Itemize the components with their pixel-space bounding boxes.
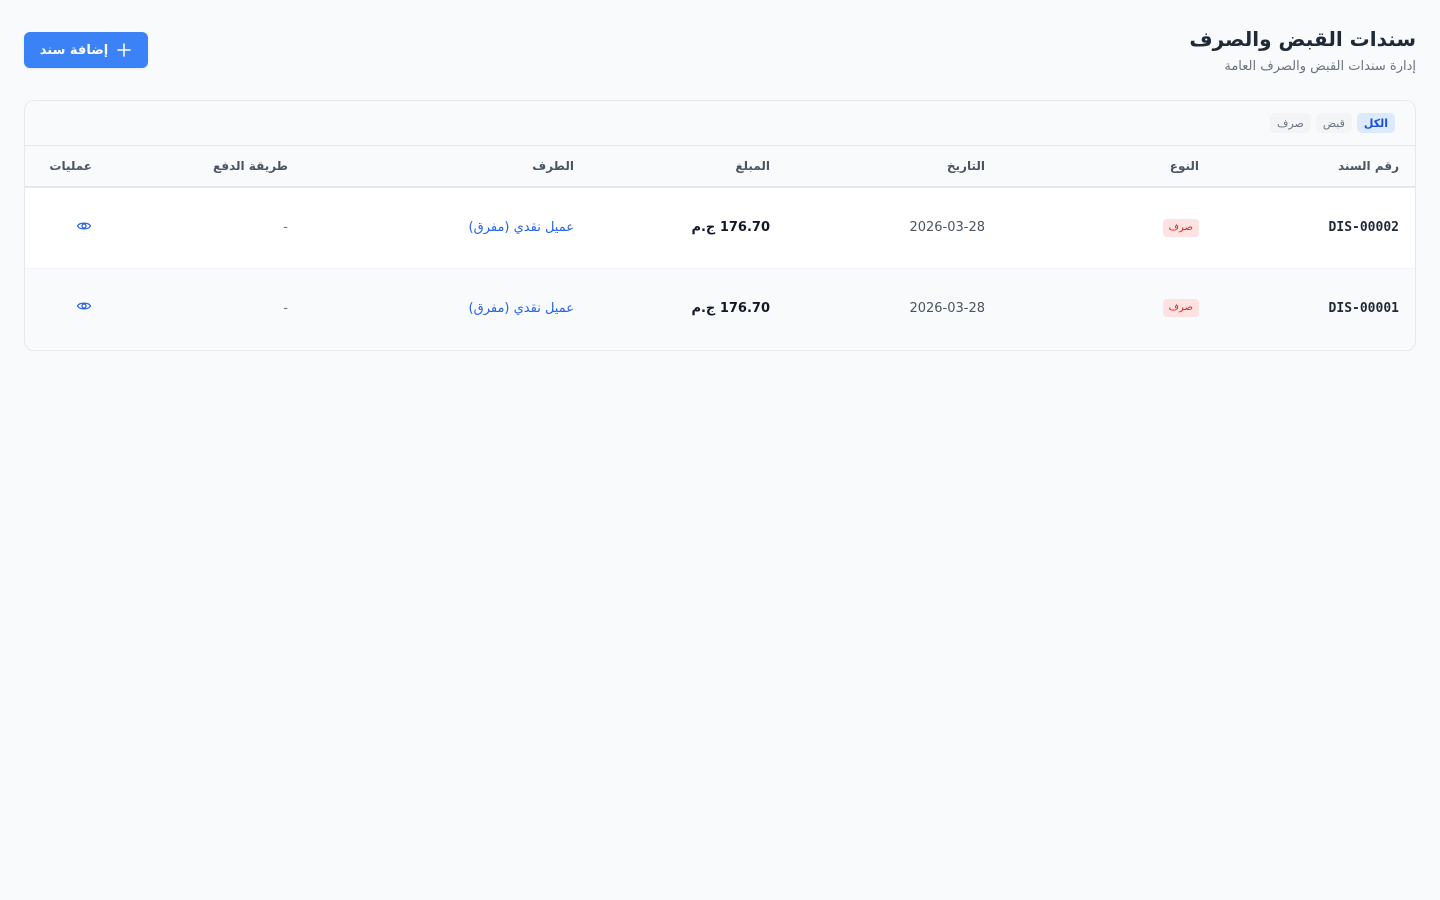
add-voucher-button[interactable]: إضافة سند: [24, 32, 148, 68]
voucher-number-cell: DIS-00002: [1215, 187, 1415, 268]
vouchers-table: رقم السند النوع التاريخ المبلغ الطرف طري…: [25, 146, 1415, 348]
voucher-type-cell: صرف: [1001, 268, 1215, 348]
filter-tabs: الكل قبض صرف: [25, 101, 1415, 146]
eye-icon[interactable]: [76, 218, 92, 234]
voucher-date: 2026-03-28: [909, 300, 985, 316]
plus-icon: [117, 43, 132, 57]
column-header-date: التاريخ: [946, 159, 985, 173]
voucher-payment-method: -: [283, 220, 288, 236]
filter-receipt[interactable]: قبض: [1315, 113, 1352, 133]
voucher-amount-cell: 176.70 ج.م: [590, 268, 786, 348]
table-row: DIS-00002 صرف 2026-03-28 176.70 ج.م عميل…: [25, 187, 1415, 268]
voucher-amount: 176.70 ج.م: [691, 220, 770, 236]
filter-disbursement[interactable]: صرف: [1270, 113, 1311, 133]
column-header-type: النوع: [1169, 159, 1199, 173]
voucher-type-badge: صرف: [1162, 299, 1199, 318]
table-row: DIS-00001 صرف 2026-03-28 176.70 ج.م عميل…: [25, 268, 1415, 348]
voucher-party-link[interactable]: عميل نقدي (مفرق): [469, 301, 574, 316]
voucher-number: DIS-00002: [1328, 220, 1399, 236]
voucher-actions-cell: [25, 268, 108, 348]
voucher-party-cell: عميل نقدي (مفرق): [304, 187, 590, 268]
voucher-actions-cell: [25, 187, 108, 268]
column-header-actions: عمليات: [49, 159, 92, 173]
voucher-number: DIS-00001: [1328, 300, 1399, 316]
voucher-payment-cell: -: [108, 187, 304, 268]
page-header: سندات القبض والصرف إدارة سندات القبض وال…: [24, 24, 1416, 80]
voucher-type-cell: صرف: [1001, 187, 1215, 268]
page-title: سندات القبض والصرف: [1189, 27, 1416, 51]
eye-icon[interactable]: [76, 298, 92, 314]
table-header-row: رقم السند النوع التاريخ المبلغ الطرف طري…: [25, 146, 1415, 187]
voucher-payment-cell: -: [108, 268, 304, 348]
voucher-date-cell: 2026-03-28: [786, 268, 1001, 348]
voucher-type-badge: صرف: [1162, 218, 1199, 237]
voucher-number-cell: DIS-00001: [1215, 268, 1415, 348]
voucher-amount-cell: 176.70 ج.م: [590, 187, 786, 268]
voucher-party-link[interactable]: عميل نقدي (مفرق): [469, 220, 574, 235]
voucher-amount: 176.70 ج.م: [691, 300, 770, 316]
voucher-date-cell: 2026-03-28: [786, 187, 1001, 268]
voucher-date: 2026-03-28: [909, 220, 985, 236]
vouchers-card: الكل قبض صرف رقم السند النوع التاريخ الم…: [24, 100, 1416, 351]
column-header-number: رقم السند: [1337, 159, 1399, 173]
add-voucher-label: إضافة سند: [39, 42, 109, 58]
page-subtitle: إدارة سندات القبض والصرف العامة: [1224, 59, 1416, 74]
column-header-amount: المبلغ: [735, 159, 770, 173]
column-header-party: الطرف: [532, 159, 574, 173]
voucher-payment-method: -: [283, 300, 288, 316]
voucher-party-cell: عميل نقدي (مفرق): [304, 268, 590, 348]
filter-all[interactable]: الكل: [1356, 113, 1395, 133]
column-header-payment-method: طريقة الدفع: [213, 159, 288, 173]
